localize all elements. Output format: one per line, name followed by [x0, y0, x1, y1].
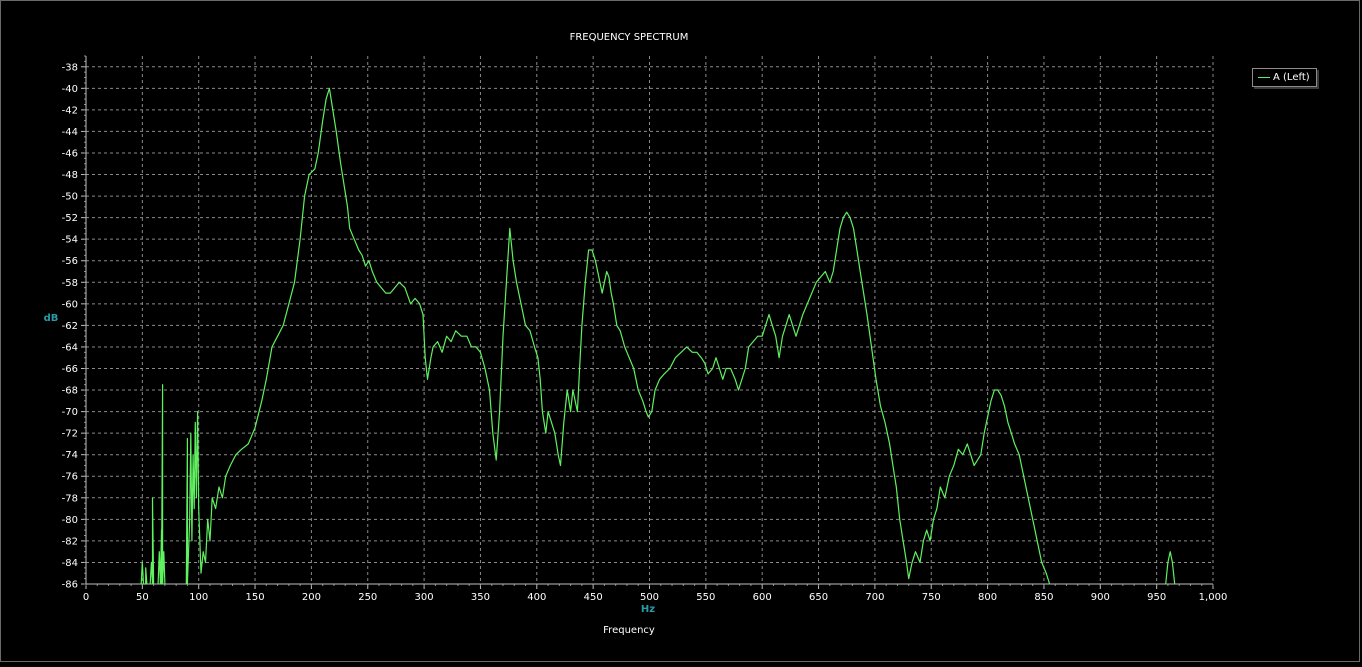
x-tick-label: 850 [1034, 592, 1053, 603]
x-tick-label: 150 [246, 592, 265, 603]
legend-label: A (Left) [1273, 72, 1310, 83]
y-tick-label: -48 [62, 170, 78, 181]
y-tick-label: -40 [62, 84, 78, 95]
y-tick-label: -52 [62, 213, 78, 224]
chart-frame: FREQUENCY SPECTRUM -38 -40 -42 -44 -46 -48 -50… [0, 0, 1360, 662]
y-tick-label: -46 [62, 148, 78, 159]
y-tick-label: -62 [62, 321, 78, 332]
y-axis-label: dB [44, 313, 59, 324]
y-tick-label: -70 [62, 407, 78, 418]
series-line-a-left [157, 384, 166, 585]
x-tick-label: 100 [189, 592, 208, 603]
y-tick-label: -54 [62, 235, 78, 246]
legend-swatch [1258, 77, 1270, 78]
y-tick-label: -50 [62, 192, 78, 203]
x-tick-label: 450 [584, 592, 603, 603]
x-tick-label: 0 [83, 592, 89, 603]
x-tick-label: 550 [696, 592, 715, 603]
x-axis-unit: Hz [641, 604, 655, 615]
x-tick-label: 800 [978, 592, 997, 603]
y-tick-label: -80 [62, 515, 78, 526]
x-tick-label: 950 [1147, 592, 1166, 603]
x-tick-label: 600 [753, 592, 772, 603]
y-tick-label: -38 [62, 62, 78, 73]
x-tick-label: 1,000 [1199, 592, 1228, 603]
x-tick-label: 900 [1091, 592, 1110, 603]
series-line-a-left [149, 497, 155, 585]
y-tick-label: -78 [62, 493, 78, 504]
x-tick-label: 250 [358, 592, 377, 603]
y-tick-label: -64 [62, 342, 78, 353]
series-line-a-left [1165, 551, 1176, 585]
x-tick-label: 750 [922, 592, 941, 603]
y-tick-label: -44 [62, 127, 78, 138]
x-tick-label: 350 [471, 592, 490, 603]
x-axis-label: Frequency [603, 625, 655, 636]
x-tick-label: 500 [640, 592, 659, 603]
series-layer [140, 87, 1176, 585]
x-tick-label: 400 [527, 592, 546, 603]
y-tick-label: -60 [62, 299, 78, 310]
y-tick-label: -86 [62, 580, 78, 591]
chart-title: FREQUENCY SPECTRUM [570, 32, 689, 43]
y-tick-label: -58 [62, 278, 78, 289]
y-tick-label: -68 [62, 386, 78, 397]
y-tick-label: -74 [62, 450, 78, 461]
x-tick-label: 300 [415, 592, 434, 603]
y-tick-label: -82 [62, 536, 78, 547]
y-tick-label: -76 [62, 472, 78, 483]
frequency-spectrum-chart: FREQUENCY SPECTRUM -38 -40 -42 -44 -46 -48 -50… [44, 32, 1228, 636]
y-tick-label: -56 [62, 256, 78, 267]
y-tick-label: -42 [62, 105, 78, 116]
x-tick-label: 200 [302, 592, 321, 603]
y-tick-label: -72 [62, 429, 78, 440]
x-tick-label: 650 [809, 592, 828, 603]
series-line-a-left [185, 87, 1051, 585]
axis-layer: -38 -40 -42 -44 -46 -48 -50 -52 -54 -56 -58 -60 -62 -… [62, 55, 1228, 603]
x-tick-label: 700 [865, 592, 884, 603]
x-tick-label: 50 [136, 592, 149, 603]
y-tick-label: -84 [62, 558, 78, 569]
y-tick-label: -66 [62, 364, 78, 375]
legend: A (Left) [1252, 68, 1317, 87]
grid-layer [85, 56, 1214, 585]
